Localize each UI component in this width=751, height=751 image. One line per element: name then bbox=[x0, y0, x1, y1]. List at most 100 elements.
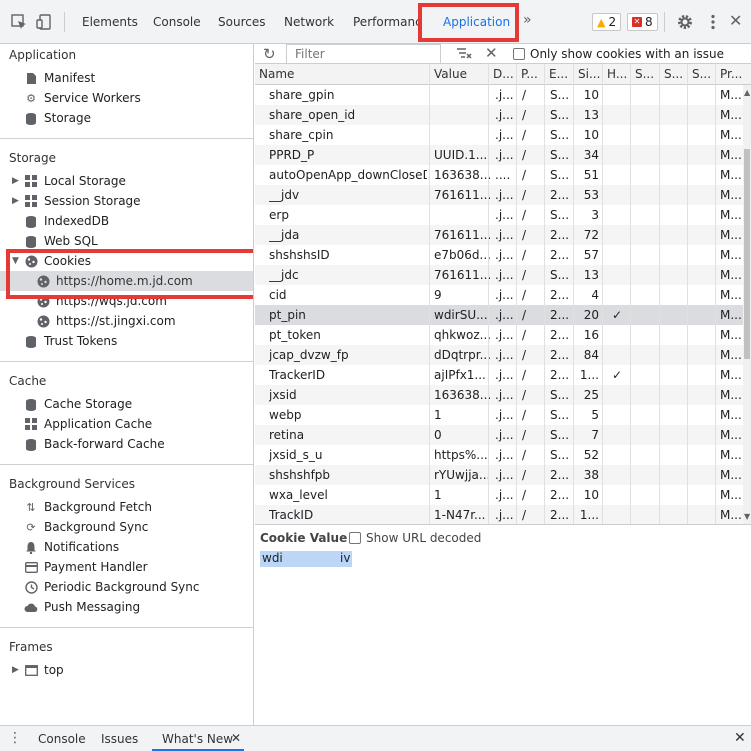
sidebar-item-cookie-site-st-jingxi[interactable]: https://st.jingxi.com bbox=[36, 311, 176, 331]
delete-selected-icon[interactable]: ✕ bbox=[485, 44, 498, 62]
sidebar-item-storage[interactable]: Storage bbox=[24, 108, 91, 128]
sidebar-item-cache-storage[interactable]: Cache Storage bbox=[24, 394, 132, 414]
tab-console[interactable]: Console bbox=[153, 15, 201, 29]
refresh-icon[interactable]: ↻ bbox=[263, 45, 276, 63]
table-row[interactable]: erp .j... / S... 3 M... bbox=[255, 205, 743, 225]
section-title-application: Application bbox=[9, 48, 77, 62]
table-row[interactable]: share_cpin .j... / S... 10 M... bbox=[255, 125, 743, 145]
sidebar-item-indexeddb[interactable]: IndexedDB bbox=[24, 211, 109, 231]
table-row[interactable]: autoOpenApp_downCloseD... 163638....... / S… bbox=[255, 165, 743, 185]
column-header-size[interactable]: Si... bbox=[578, 67, 600, 81]
scroll-down-arrow-icon[interactable]: ▼ bbox=[744, 512, 750, 521]
clear-all-filter-icon[interactable] bbox=[456, 46, 472, 63]
sidebar-item-notifications[interactable]: Notifications bbox=[24, 537, 119, 557]
close-whats-new-icon[interactable]: ✕ bbox=[231, 731, 241, 745]
table-row[interactable]: webp 1 .j... / S... 5 M... bbox=[255, 405, 743, 425]
cell-priority: M... bbox=[720, 88, 742, 102]
drawer-tab-issues[interactable]: Issues bbox=[101, 732, 138, 746]
errors-badge[interactable]: ✕ 8 bbox=[627, 13, 658, 31]
table-row[interactable]: TrackerID ajIPfx1... .j... / 2... 1... ✓ M... bbox=[255, 365, 743, 385]
sidebar-item-payment-handler[interactable]: Payment Handler bbox=[24, 557, 148, 577]
cell-expires: S... bbox=[550, 88, 570, 102]
column-header-expires[interactable]: E... bbox=[549, 67, 568, 81]
column-header-name[interactable]: Name bbox=[259, 67, 294, 81]
close-devtools-icon[interactable]: ✕ bbox=[729, 11, 747, 30]
cell-domain: .j... bbox=[495, 268, 514, 282]
column-header-path[interactable]: P... bbox=[521, 67, 538, 81]
cell-priority: M... bbox=[720, 148, 742, 162]
table-row[interactable]: __jda 761611... .j... / 2... 72 M... bbox=[255, 225, 743, 245]
inspect-element-icon[interactable] bbox=[10, 13, 28, 31]
table-row[interactable]: retina 0 .j... / S... 7 M... bbox=[255, 425, 743, 445]
expand-arrow-icon[interactable]: ▶ bbox=[12, 196, 22, 206]
column-header-secure[interactable]: S... bbox=[635, 67, 654, 81]
show-url-decoded-checkbox[interactable] bbox=[349, 532, 361, 544]
sidebar-item-session-storage[interactable]: ▶ Session Storage bbox=[12, 191, 141, 211]
column-header-priority[interactable]: Pr... bbox=[720, 67, 742, 81]
table-row[interactable]: shshshfpb rYUwjja... .j... / 2... 38 M... bbox=[255, 465, 743, 485]
tab-performance[interactable]: Performance bbox=[353, 15, 419, 29]
table-row[interactable]: share_gpin .j... / S... 10 M... bbox=[255, 85, 743, 105]
sidebar-item-back-forward-cache[interactable]: Back-forward Cache bbox=[24, 434, 165, 454]
sidebar-item-trust-tokens[interactable]: Trust Tokens bbox=[24, 331, 117, 351]
device-toolbar-icon[interactable] bbox=[35, 13, 53, 31]
sidebar-item-local-storage[interactable]: ▶ Local Storage bbox=[12, 171, 126, 191]
tab-elements[interactable]: Elements bbox=[82, 15, 138, 29]
column-header-domain[interactable]: D... bbox=[493, 67, 514, 81]
sidebar-item-background-sync[interactable]: ⟳ Background Sync bbox=[24, 517, 148, 537]
sidebar-item-push-messaging[interactable]: Push Messaging bbox=[24, 597, 140, 617]
table-scrollbar-thumb[interactable] bbox=[744, 149, 750, 359]
sidebar-item-background-fetch[interactable]: ⇅ Background Fetch bbox=[24, 497, 152, 517]
expand-arrow-icon[interactable]: ▶ bbox=[12, 176, 22, 186]
table-row[interactable]: jxsid 163638... .j... / S... 25 M... bbox=[255, 385, 743, 405]
cookie-value-text[interactable]: wdi iv bbox=[260, 551, 353, 567]
cookie-icon bbox=[36, 314, 50, 328]
table-row[interactable]: cid 9 .j... / 2... 4 M... bbox=[255, 285, 743, 305]
more-tabs-button[interactable]: » bbox=[523, 12, 532, 28]
sidebar-item-manifest[interactable]: Manifest bbox=[24, 68, 95, 88]
warnings-badge[interactable]: ▲ 2 bbox=[592, 13, 622, 31]
table-row[interactable]: jxsid_s_u https%... .j... / S... 52 M... bbox=[255, 445, 743, 465]
column-divider bbox=[516, 64, 517, 524]
table-row[interactable]: PPRD_P UUID.1... .j... / S... 34 M... bbox=[255, 145, 743, 165]
sidebar-item-service-workers[interactable]: ⚙ Service Workers bbox=[24, 88, 141, 108]
highlight-box-cookies bbox=[6, 249, 253, 299]
cell-path: / bbox=[522, 468, 527, 482]
sidebar-item-frame-top[interactable]: ▶ top bbox=[12, 660, 64, 680]
table-row[interactable]: pt_token qhkwoz... .j... / 2... 16 M... bbox=[255, 325, 743, 345]
cell-expires: S... bbox=[550, 388, 570, 402]
table-row[interactable]: share_open_id .j... / S... 13 M... bbox=[255, 105, 743, 125]
cell-value: qhkwoz... bbox=[434, 328, 490, 342]
column-header-samesite[interactable]: S... bbox=[664, 67, 683, 81]
settings-gear-icon[interactable] bbox=[676, 13, 694, 31]
drawer-menu-kebab-icon[interactable]: ⋮ bbox=[8, 730, 22, 746]
fetch-arrows-icon: ⇅ bbox=[26, 500, 36, 514]
drawer-tab-whats-new[interactable]: What's New bbox=[162, 732, 233, 746]
scroll-up-arrow-icon[interactable]: ▲ bbox=[744, 88, 750, 97]
sidebar-item-periodic-background-sync[interactable]: Periodic Background Sync bbox=[24, 577, 200, 597]
warning-count: 2 bbox=[608, 15, 617, 29]
column-header-sameparty[interactable]: S... bbox=[692, 67, 711, 81]
expand-arrow-icon[interactable]: ▶ bbox=[12, 665, 22, 675]
cookie-filter-input[interactable] bbox=[286, 44, 441, 64]
table-row[interactable]: shshshsID e7b06d... .j... / 2... 57 M... bbox=[255, 245, 743, 265]
drawer-tab-console[interactable]: Console bbox=[38, 732, 86, 746]
sidebar-item-web-sql[interactable]: Web SQL bbox=[24, 231, 98, 251]
column-header-value[interactable]: Value bbox=[434, 67, 467, 81]
sidebar-item-application-cache[interactable]: Application Cache bbox=[24, 414, 152, 434]
table-row[interactable]: wxa_level 1 .j... / 2... 10 M... bbox=[255, 485, 743, 505]
only-issues-checkbox[interactable] bbox=[513, 48, 525, 60]
table-row[interactable]: jcap_dvzw_fp dDqtrpr... .j... / 2... 84 M... bbox=[255, 345, 743, 365]
cell-size: 1... bbox=[579, 368, 599, 382]
table-row[interactable]: pt_pin wdirSU... .j... / 2... 20 ✓ M... bbox=[255, 305, 743, 325]
cell-priority: M... bbox=[720, 488, 742, 502]
sync-icon: ⟳ bbox=[26, 520, 36, 534]
table-row[interactable]: __jdv 761611... .j... / 2... 53 M... bbox=[255, 185, 743, 205]
more-options-kebab-icon[interactable] bbox=[704, 13, 722, 31]
table-row[interactable]: TrackID 1-N47r... .j... / 2... 1... M... bbox=[255, 505, 743, 524]
tab-sources[interactable]: Sources bbox=[218, 15, 265, 29]
tab-network[interactable]: Network bbox=[284, 15, 334, 29]
column-header-httponly[interactable]: H... bbox=[607, 67, 627, 81]
close-drawer-icon[interactable]: ✕ bbox=[734, 730, 746, 746]
table-row[interactable]: __jdc 761611... .j... / S... 13 M... bbox=[255, 265, 743, 285]
